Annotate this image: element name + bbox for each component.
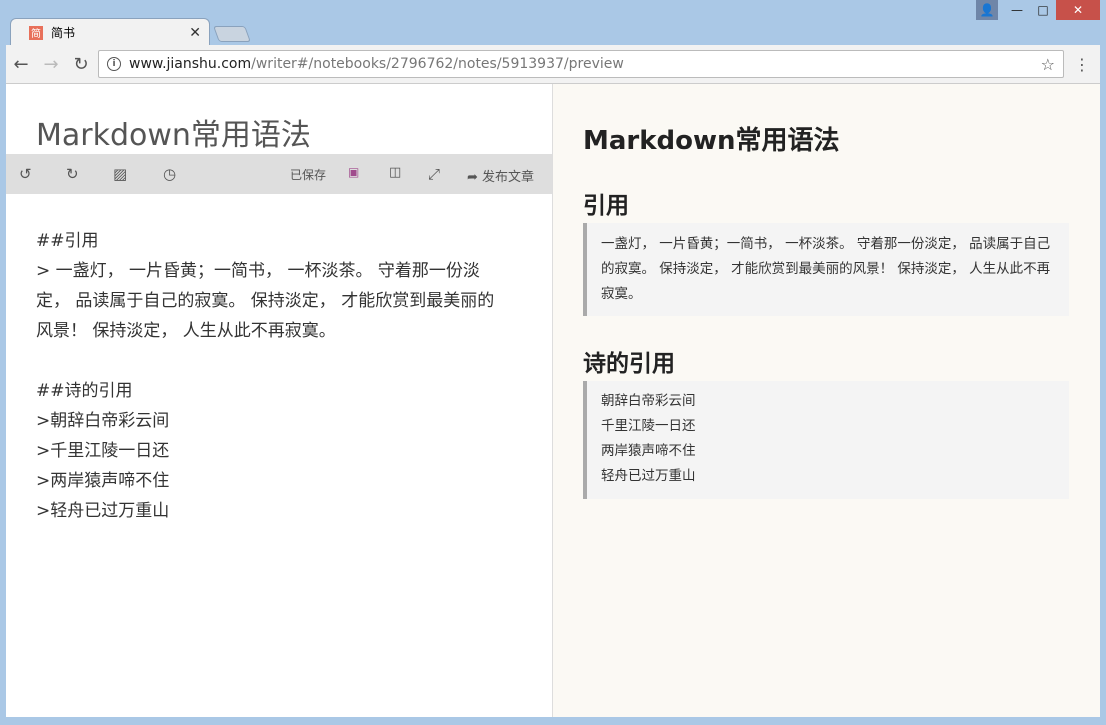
tab-title: 简书 bbox=[51, 26, 76, 40]
info-icon[interactable]: i bbox=[107, 57, 121, 71]
window-bottom-border bbox=[0, 717, 1106, 725]
history-clock-icon[interactable]: ◷ bbox=[163, 165, 176, 183]
window-controls: 👤 — □ ✕ bbox=[976, 0, 1100, 20]
publish-button[interactable]: ➦ 发布文章 bbox=[467, 166, 534, 185]
close-tab-icon[interactable]: ✕ bbox=[189, 25, 201, 41]
preview-heading-quote: 引用 bbox=[583, 193, 629, 219]
poem-line: 轻舟已过万重山 bbox=[601, 468, 696, 484]
saved-status: 已保存 bbox=[290, 168, 327, 182]
markdown-editor[interactable]: ##引用 > 一盏灯， 一片昏黄；一简书， 一杯淡茶。 守着那一份淡 定， 品读… bbox=[36, 226, 526, 526]
editor-line: 风景！ 保持淡定， 人生从此不再寂寞。 bbox=[36, 321, 336, 341]
browser-toolbar: ← → ↻ i www.jianshu.com/writer#/notebook… bbox=[6, 45, 1100, 84]
editor-line: >两岸猿声啼不住 bbox=[36, 471, 170, 491]
editor-line: >朝辞白帝彩云间 bbox=[36, 411, 170, 431]
user-icon[interactable]: 👤 bbox=[976, 0, 998, 20]
new-tab-button[interactable] bbox=[213, 26, 251, 42]
editor-pane: Markdown常用语法 ↺ ↻ ▨ ◷ 已保存 ▣ ◫ ⤢ ➦ 发布文章 ##… bbox=[6, 84, 553, 717]
save-icon[interactable]: ▣ bbox=[348, 165, 359, 179]
browser-tab[interactable]: 简 简书 ✕ bbox=[10, 18, 210, 46]
fullscreen-icon[interactable]: ⤢ bbox=[428, 165, 440, 183]
poem-line: 朝辞白帝彩云间 bbox=[601, 393, 696, 409]
editor-line: >轻舟已过万重山 bbox=[36, 501, 170, 521]
poem-line: 千里江陵一日还 bbox=[601, 418, 696, 434]
image-icon[interactable]: ▨ bbox=[113, 165, 127, 183]
poem-line: 两岸猿声啼不住 bbox=[601, 443, 696, 459]
back-icon[interactable]: ← bbox=[6, 54, 36, 75]
forward-icon[interactable]: → bbox=[36, 54, 66, 75]
split-view-icon[interactable]: ◫ bbox=[389, 165, 401, 180]
note-title-input[interactable]: Markdown常用语法 bbox=[36, 110, 311, 154]
editor-toolbar: ↺ ↻ ▨ ◷ 已保存 ▣ ◫ ⤢ ➦ 发布文章 bbox=[6, 154, 552, 194]
minimize-button[interactable]: — bbox=[1004, 0, 1030, 20]
jianshu-favicon-icon: 简 bbox=[29, 25, 43, 40]
undo-icon[interactable]: ↺ bbox=[19, 165, 32, 183]
preview-poem-blockquote: 朝辞白帝彩云间 千里江陵一日还 两岸猿声啼不住 轻舟已过万重山 bbox=[583, 381, 1069, 499]
editor-line: >千里江陵一日还 bbox=[36, 441, 170, 461]
close-window-button[interactable]: ✕ bbox=[1056, 0, 1100, 20]
redo-icon[interactable]: ↻ bbox=[66, 165, 79, 183]
url-path: /writer#/notebooks/2796762/notes/5913937… bbox=[251, 56, 624, 72]
share-arrow-icon: ➦ bbox=[467, 170, 478, 185]
editor-line: 定， 品读属于自己的寂寞。 保持淡定， 才能欣赏到最美丽的 bbox=[36, 291, 495, 311]
maximize-button[interactable]: □ bbox=[1030, 0, 1056, 20]
preview-blockquote: 一盏灯， 一片昏黄；一简书， 一杯淡茶。 守着那一份淡定， 品读属于自己的寂寞。… bbox=[583, 223, 1069, 316]
browser-menu-icon[interactable]: ⋮ bbox=[1074, 55, 1090, 74]
publish-label: 发布文章 bbox=[482, 170, 535, 185]
editor-line: ##诗的引用 bbox=[36, 381, 133, 401]
preview-pane: Markdown常用语法 引用 一盏灯， 一片昏黄；一简书， 一杯淡茶。 守着那… bbox=[553, 84, 1100, 717]
editor-line: > 一盏灯， 一片昏黄；一简书， 一杯淡茶。 守着那一份淡 bbox=[36, 261, 480, 281]
url-host: www.jianshu.com bbox=[129, 56, 252, 72]
preview-title: Markdown常用语法 bbox=[583, 126, 840, 156]
editor-line: ##引用 bbox=[36, 231, 99, 251]
address-bar[interactable]: i www.jianshu.com/writer#/notebooks/2796… bbox=[98, 50, 1064, 78]
preview-heading-poem: 诗的引用 bbox=[583, 351, 675, 377]
reload-icon[interactable]: ↻ bbox=[66, 54, 96, 75]
bookmark-star-icon[interactable]: ☆ bbox=[1041, 55, 1055, 74]
